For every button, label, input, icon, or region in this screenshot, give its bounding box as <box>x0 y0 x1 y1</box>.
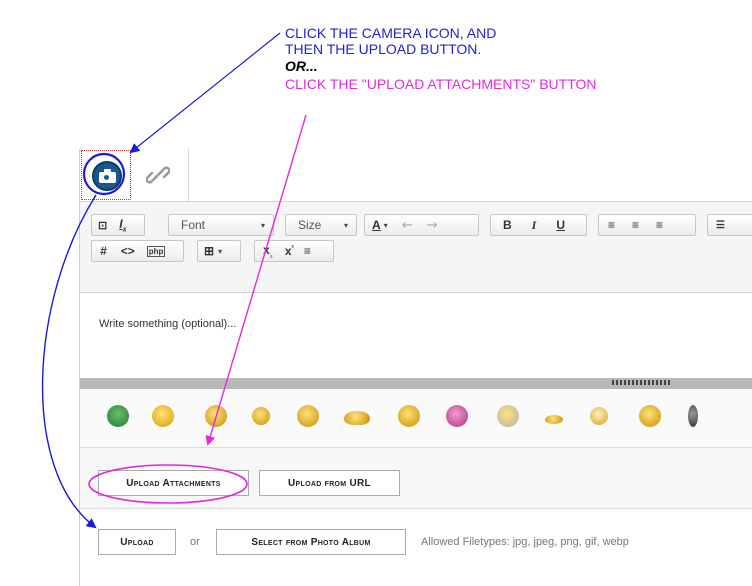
bold-icon[interactable]: B <box>503 218 512 232</box>
annotation-line-2: THEN THE UPLOAD BUTTON. <box>285 41 482 57</box>
smiley-icon[interactable] <box>688 405 698 427</box>
undo-icon[interactable]: ⇜ <box>402 217 413 233</box>
align-right-icon[interactable]: ≡ <box>656 218 663 232</box>
php-icon[interactable]: php <box>146 245 166 257</box>
camera-icon[interactable] <box>92 161 122 191</box>
toolbar-group-source: ⊡ Ix <box>91 214 145 236</box>
smiley-icon[interactable] <box>497 405 519 427</box>
upload-options-row: Upload Attachments Upload from URL <box>80 448 752 509</box>
upload-attachments-button[interactable]: Upload Attachments <box>98 470 249 496</box>
attachment-tabs <box>80 149 752 202</box>
annotation-line-4: CLICK THE "UPLOAD ATTACHMENTS" BUTTON <box>285 76 597 92</box>
chevron-down-icon: ▾ <box>343 220 348 230</box>
text-color-icon[interactable]: A <box>372 218 381 232</box>
redo-icon[interactable]: ⇝ <box>427 217 438 233</box>
size-dropdown[interactable]: Size ▾ <box>285 214 357 236</box>
or-text: or <box>190 536 200 548</box>
toolbar-group-code: # <> php <box>91 240 184 262</box>
remove-format-icon[interactable]: Ix <box>119 217 126 233</box>
align-left-icon[interactable]: ≡ <box>608 218 615 232</box>
font-dropdown[interactable]: Font ▾ <box>168 214 274 236</box>
chevron-down-icon: ▾ <box>260 220 265 230</box>
select-from-photo-album-button[interactable]: Select from Photo Album <box>216 529 406 555</box>
chevron-down-icon[interactable]: ▾ <box>384 221 388 230</box>
smiley-icon[interactable] <box>107 405 129 427</box>
resize-bar[interactable] <box>80 378 752 389</box>
link-tab[interactable] <box>132 149 189 201</box>
smiley-icon[interactable] <box>639 405 661 427</box>
font-label: Font <box>181 218 206 232</box>
upload-button[interactable]: Upload <box>98 529 176 555</box>
toolbar-group-list: ☰ <box>707 214 752 236</box>
smiley-icon[interactable] <box>252 407 270 425</box>
annotation-or: OR... <box>285 58 318 74</box>
camera-tab[interactable] <box>81 150 131 200</box>
subscript-icon[interactable]: x₂ <box>263 243 273 259</box>
smiley-icon[interactable] <box>344 411 370 425</box>
table-icon: ⊞ <box>204 244 215 258</box>
annotation-arrow-camera <box>129 32 281 154</box>
smiley-icon[interactable] <box>446 405 468 427</box>
chevron-down-icon: ▾ <box>218 246 223 256</box>
italic-icon[interactable]: I <box>532 218 537 233</box>
post-editor: ⊡ Ix Font ▾ Size ▾ A ▾ ⇜ ⇝ B I U ≡ ≡ ≡ ☰ <box>79 149 752 586</box>
underline-icon[interactable]: U <box>556 218 565 232</box>
toolbar-group-align: ≡ ≡ ≡ <box>598 214 696 236</box>
message-textarea[interactable]: Write something (optional)... <box>80 293 752 377</box>
superscript-icon[interactable]: x² <box>285 244 294 258</box>
ordered-list-icon[interactable]: ☰ <box>716 220 725 231</box>
toolbar-group-script: x₂ x² ≡ <box>254 240 334 262</box>
smiley-icon[interactable] <box>152 405 174 427</box>
code-icon[interactable]: <> <box>121 244 135 258</box>
annotation-line-1: CLICK THE CAMERA ICON, AND <box>285 25 497 41</box>
toolbar-group-color: A ▾ ⇜ ⇝ <box>364 214 479 236</box>
editor-toolbar: ⊡ Ix Font ▾ Size ▾ A ▾ ⇜ ⇝ B I U ≡ ≡ ≡ ☰ <box>80 202 752 293</box>
size-label: Size <box>298 218 322 232</box>
hashtag-icon[interactable]: # <box>100 244 107 258</box>
smilies-bar <box>80 389 752 448</box>
smiley-icon[interactable] <box>398 405 420 427</box>
smiley-icon[interactable] <box>545 415 563 424</box>
upload-row: Upload or Select from Photo Album Allowe… <box>80 509 752 574</box>
resize-grip-icon[interactable] <box>612 380 672 385</box>
message-placeholder: Write something (optional)... <box>99 318 237 330</box>
horizontal-rule-icon[interactable]: ≡ <box>304 244 311 258</box>
source-icon[interactable]: ⊡ <box>98 219 107 232</box>
allowed-filetypes: Allowed Filetypes: jpg, jpeg, png, gif, … <box>421 536 629 548</box>
toolbar-group-style: B I U <box>490 214 587 236</box>
align-center-icon[interactable]: ≡ <box>632 218 639 232</box>
smiley-icon[interactable] <box>297 405 319 427</box>
link-icon <box>146 166 170 184</box>
smiley-icon[interactable] <box>590 407 608 425</box>
smiley-icon[interactable] <box>205 405 227 427</box>
table-dropdown[interactable]: ⊞ ▾ <box>197 240 241 262</box>
upload-from-url-button[interactable]: Upload from URL <box>259 470 400 496</box>
